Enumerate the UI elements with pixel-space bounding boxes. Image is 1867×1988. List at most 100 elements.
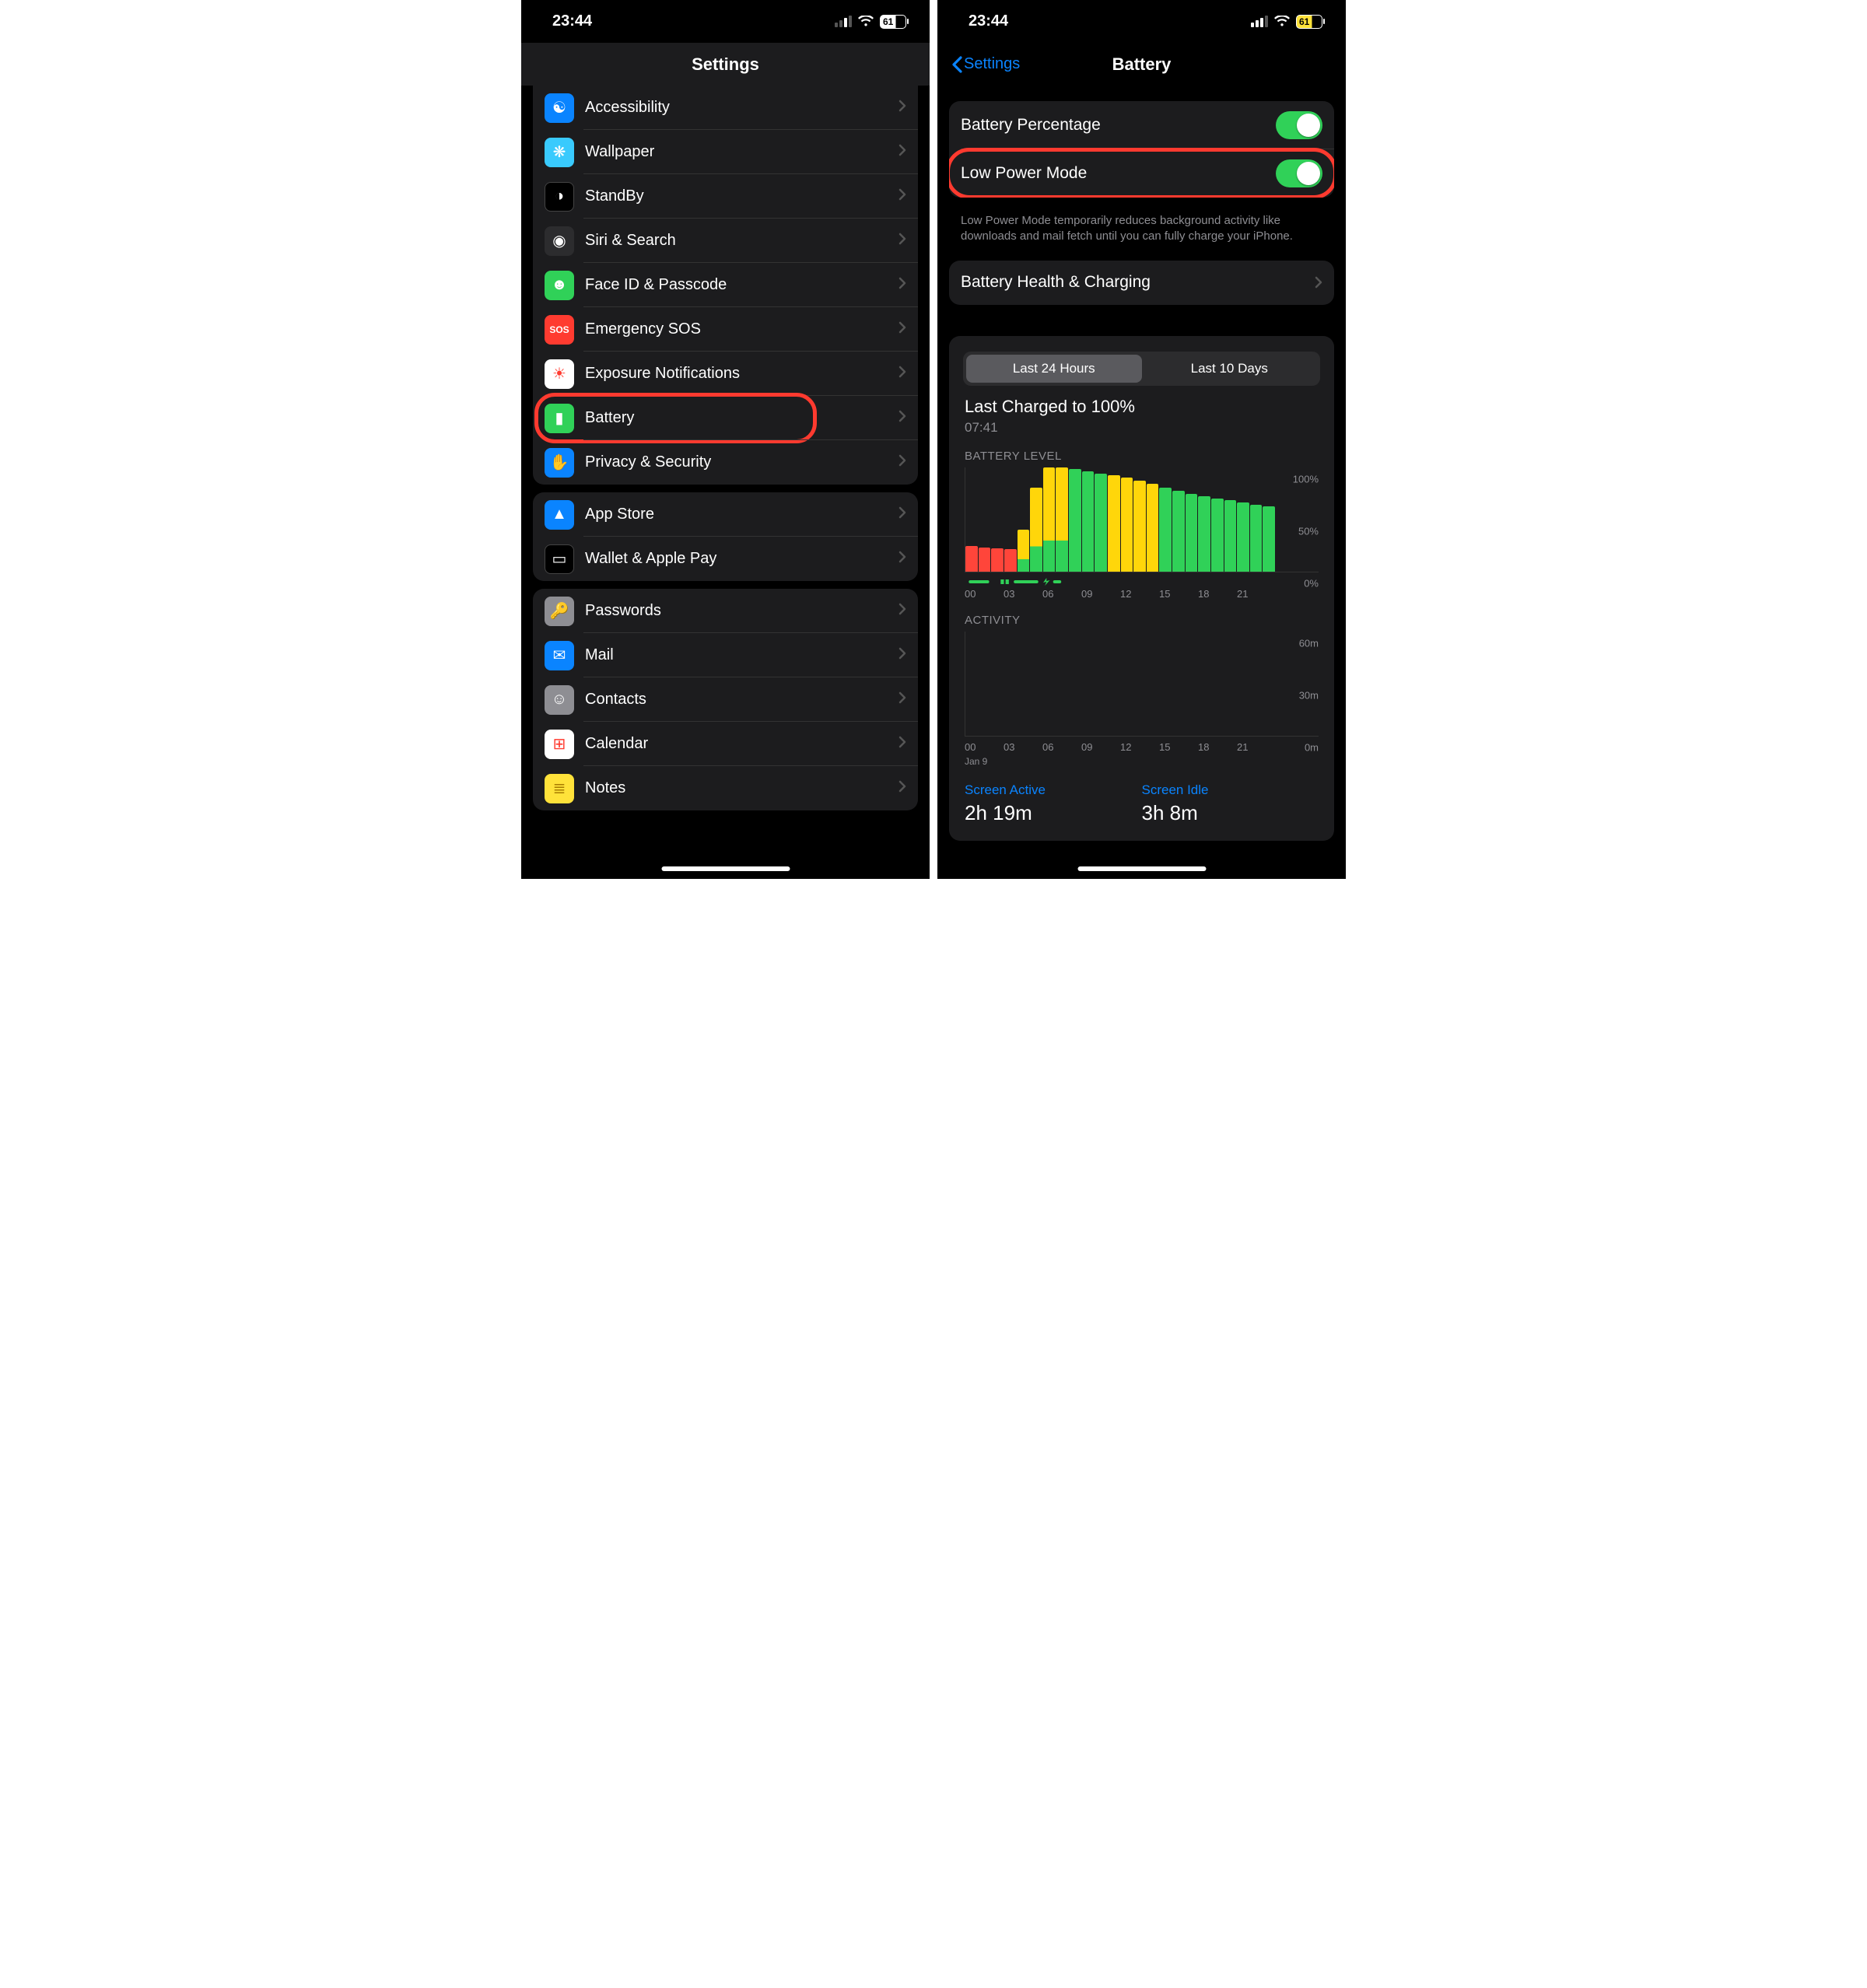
settings-row-contacts[interactable]: ☺Contacts xyxy=(533,677,918,722)
row-label: Battery xyxy=(585,409,898,427)
battery-bar xyxy=(1069,469,1081,571)
toggle-switch[interactable] xyxy=(1276,159,1322,187)
battery-bar xyxy=(1095,474,1107,572)
emergency-sos-icon: SOS xyxy=(545,315,574,345)
settings-row-privacy-security[interactable]: ✋ Privacy & Security xyxy=(533,440,918,485)
app-store-icon: ▲ xyxy=(545,500,574,530)
cellular-icon xyxy=(835,16,852,27)
accessibility-icon: ☯ xyxy=(545,93,574,123)
settings-row-face-id-passcode[interactable]: ☻Face ID & Passcode xyxy=(533,263,918,307)
mail-icon: ✉ xyxy=(545,641,574,670)
battery-bar xyxy=(1082,471,1095,572)
settings-row-standby[interactable]: ◑StandBy xyxy=(533,174,918,219)
battery-bar xyxy=(1172,491,1185,571)
toggle-row-low-power-mode: Low Power Mode xyxy=(949,149,1334,198)
chevron-right-icon xyxy=(898,233,906,249)
battery-bar xyxy=(1030,488,1042,571)
seg-24h[interactable]: Last 24 Hours xyxy=(966,355,1142,383)
settings-row-battery[interactable]: ▮Battery xyxy=(533,396,918,440)
battery-bar xyxy=(1147,484,1159,572)
home-indicator[interactable] xyxy=(1077,866,1206,871)
row-label: Siri & Search xyxy=(585,232,898,250)
settings-row-app-store[interactable]: ▲ App Store xyxy=(533,492,918,537)
settings-row-mail[interactable]: ✉ Mail xyxy=(533,633,918,677)
row-label: Privacy & Security xyxy=(585,453,898,471)
navbar: Settings xyxy=(521,43,930,86)
toggle-label: Battery Percentage xyxy=(961,116,1276,135)
battery-bar xyxy=(1018,530,1030,572)
standby-icon: ◑ xyxy=(545,182,574,212)
charging-timeline xyxy=(965,576,1319,583)
usage-summary: Screen Active 2h 19m Screen Idle 3h 8m xyxy=(965,782,1319,825)
wifi-icon xyxy=(1274,16,1290,27)
toggle-switch[interactable] xyxy=(1276,111,1322,139)
battery-bar xyxy=(1043,467,1056,572)
settings-row-calendar[interactable]: ⊞ Calendar xyxy=(533,722,918,766)
chevron-right-icon xyxy=(898,691,906,708)
navbar: Settings Battery xyxy=(937,43,1346,86)
battery-bar xyxy=(1198,496,1210,571)
battery-icon: 61 xyxy=(1296,15,1322,29)
battery-bar xyxy=(991,548,1004,571)
low-power-note: Low Power Mode temporarily reduces backg… xyxy=(937,205,1346,245)
contacts-icon: ☺ xyxy=(545,685,574,715)
chevron-right-icon xyxy=(898,780,906,796)
wifi-icon xyxy=(858,16,874,27)
settings-row-exposure-notifications[interactable]: ☀Exposure Notifications xyxy=(533,352,918,396)
battery-bar xyxy=(1263,506,1275,571)
settings-row-emergency-sos[interactable]: SOS Emergency SOS xyxy=(533,307,918,352)
chevron-right-icon xyxy=(898,188,906,205)
chevron-right-icon xyxy=(898,144,906,160)
toggle-label: Low Power Mode xyxy=(961,164,1276,183)
exposure-notifications-icon: ☀ xyxy=(545,359,574,389)
notes-icon: ≣ xyxy=(545,774,574,803)
chevron-right-icon xyxy=(898,454,906,471)
battery-health-row[interactable]: Battery Health & Charging xyxy=(949,261,1334,305)
settings-row-notes[interactable]: ≣ Notes xyxy=(533,766,918,810)
page-title: Settings xyxy=(692,54,759,75)
battery-bar xyxy=(1056,467,1068,572)
activity-label: ACTIVITY xyxy=(965,614,1319,627)
chevron-right-icon xyxy=(898,277,906,293)
passwords-icon: 🔑 xyxy=(545,597,574,626)
calendar-icon: ⊞ xyxy=(545,730,574,759)
seg-10d[interactable]: Last 10 Days xyxy=(1142,355,1318,383)
battery-bar xyxy=(1159,488,1172,571)
battery-bar xyxy=(1211,499,1224,572)
chevron-right-icon xyxy=(898,551,906,567)
screen-idle-label: Screen Idle xyxy=(1142,782,1319,798)
settings-row-siri-search[interactable]: ◉ Siri & Search xyxy=(533,219,918,263)
back-button[interactable]: Settings xyxy=(951,55,1020,73)
chevron-right-icon xyxy=(898,100,906,116)
row-label: Calendar xyxy=(585,735,898,753)
battery-bar xyxy=(1237,502,1249,571)
settings-row-accessibility[interactable]: ☯Accessibility xyxy=(533,86,918,130)
home-indicator[interactable] xyxy=(661,866,790,871)
row-label: Emergency SOS xyxy=(585,320,898,338)
battery-bar xyxy=(1133,481,1146,572)
row-label: Notes xyxy=(585,779,898,797)
screen-active-value: 2h 19m xyxy=(965,801,1142,825)
activity-chart: 60m 30m 0m xyxy=(965,632,1319,737)
row-label: App Store xyxy=(585,506,898,523)
chevron-right-icon xyxy=(1315,276,1322,289)
last-charged-time: 07:41 xyxy=(965,420,1319,436)
row-label: Wallet & Apple Pay xyxy=(585,550,898,568)
privacy-security-icon: ✋ xyxy=(545,448,574,478)
chevron-right-icon xyxy=(898,603,906,619)
settings-row-wallpaper[interactable]: ❋Wallpaper xyxy=(533,130,918,174)
status-bar: 23:44 61 xyxy=(521,0,930,43)
time-range-segment[interactable]: Last 24 Hours Last 10 Days xyxy=(963,352,1320,386)
row-label: Mail xyxy=(585,646,898,664)
row-label: Passwords xyxy=(585,602,898,620)
siri-search-icon: ◉ xyxy=(545,226,574,256)
battery-bar xyxy=(1250,505,1263,572)
cellular-icon xyxy=(1251,16,1268,27)
settings-row-passwords[interactable]: 🔑 Passwords xyxy=(533,589,918,633)
toggle-row-battery-percentage: Battery Percentage xyxy=(949,101,1334,149)
battery-bar xyxy=(1108,475,1120,571)
chart-date: Jan 9 xyxy=(965,756,1319,767)
settings-row-wallet-apple-pay[interactable]: ▭Wallet & Apple Pay xyxy=(533,537,918,581)
battery-bar xyxy=(1121,478,1133,572)
row-label: Face ID & Passcode xyxy=(585,276,898,294)
